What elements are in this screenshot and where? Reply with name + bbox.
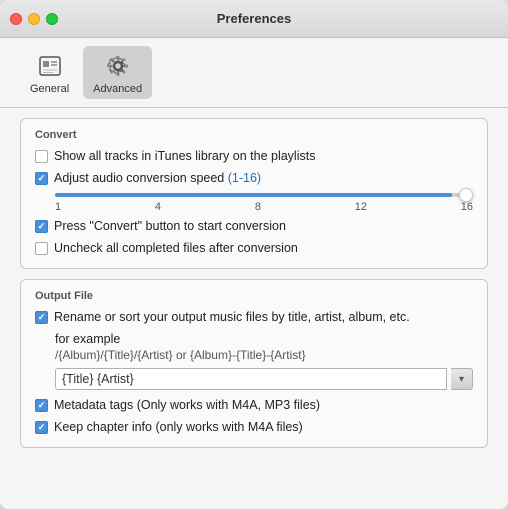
preferences-window: Preferences General	[0, 0, 508, 509]
tab-general-label: General	[30, 83, 69, 95]
toolbar: General	[0, 38, 508, 99]
tab-advanced-label: Advanced	[93, 83, 142, 95]
window-title: Preferences	[217, 11, 291, 26]
slider-label-8: 8	[255, 201, 261, 213]
uncheck-completed-checkbox[interactable]	[35, 242, 48, 255]
slider-labels: 1 4 8 12 16	[55, 201, 473, 213]
adjust-audio-row: Adjust audio conversion speed (1-16)	[35, 171, 473, 186]
slider-fill	[55, 193, 452, 197]
rename-checkbox-row: Rename or sort your output music files b…	[35, 310, 473, 325]
slider-label-1: 1	[55, 201, 61, 213]
show-all-tracks-checkbox[interactable]	[35, 150, 48, 163]
general-icon	[34, 50, 66, 82]
show-all-tracks-row: Show all tracks in iTunes library on the…	[35, 149, 473, 164]
show-all-tracks-label: Show all tracks in iTunes library on the…	[54, 149, 315, 164]
gear-icon	[102, 50, 134, 82]
chevron-down-icon: ▾	[459, 374, 464, 385]
keep-chapter-checkbox[interactable]	[35, 421, 48, 434]
adjust-audio-label-highlight: (1-16)	[228, 171, 261, 185]
window-controls	[10, 13, 58, 25]
close-button[interactable]	[10, 13, 22, 25]
audio-speed-slider-container: 1 4 8 12 16	[55, 193, 473, 213]
for-example-label: for example	[55, 332, 473, 346]
press-convert-checkbox[interactable]	[35, 220, 48, 233]
output-input-row: ▾	[55, 368, 473, 390]
rename-checkbox[interactable]	[35, 311, 48, 324]
maximize-button[interactable]	[46, 13, 58, 25]
metadata-label: Metadata tags (Only works with M4A, MP3 …	[54, 398, 320, 413]
rename-label: Rename or sort your output music files b…	[54, 310, 410, 325]
press-convert-label: Press "Convert" button to start conversi…	[54, 219, 286, 234]
slider-thumb[interactable]	[459, 188, 473, 202]
output-file-section: Output File Rename or sort your output m…	[20, 279, 488, 448]
metadata-checkbox[interactable]	[35, 399, 48, 412]
uncheck-completed-row: Uncheck all completed files after conver…	[35, 241, 473, 256]
content-area: Convert Show all tracks in iTunes librar…	[0, 108, 508, 509]
example-path: /{Album}/{Title}/{Artist} or {Album}-{Ti…	[55, 348, 473, 362]
press-convert-row: Press "Convert" button to start conversi…	[35, 219, 473, 234]
titlebar: Preferences	[0, 0, 508, 38]
output-section-title: Output File	[35, 290, 473, 302]
gear-svg-icon	[104, 52, 132, 80]
keep-chapter-row: Keep chapter info (only works with M4A f…	[35, 420, 473, 435]
slider-track[interactable]	[55, 193, 473, 197]
general-svg-icon	[36, 52, 64, 80]
keep-chapter-label: Keep chapter info (only works with M4A f…	[54, 420, 303, 435]
slider-label-4: 4	[155, 201, 161, 213]
convert-section: Convert Show all tracks in iTunes librar…	[20, 118, 488, 269]
metadata-checkbox-row: Metadata tags (Only works with M4A, MP3 …	[35, 398, 473, 413]
slider-label-12: 12	[355, 201, 367, 213]
uncheck-completed-label: Uncheck all completed files after conver…	[54, 241, 298, 256]
convert-section-title: Convert	[35, 129, 473, 141]
tab-general[interactable]: General	[20, 46, 79, 99]
slider-label-16: 16	[461, 201, 473, 213]
output-format-input[interactable]	[55, 368, 447, 390]
adjust-audio-label: Adjust audio conversion speed (1-16)	[54, 171, 261, 186]
minimize-button[interactable]	[28, 13, 40, 25]
adjust-audio-checkbox[interactable]	[35, 172, 48, 185]
output-dropdown-button[interactable]: ▾	[451, 368, 473, 390]
tab-advanced[interactable]: Advanced	[83, 46, 152, 99]
